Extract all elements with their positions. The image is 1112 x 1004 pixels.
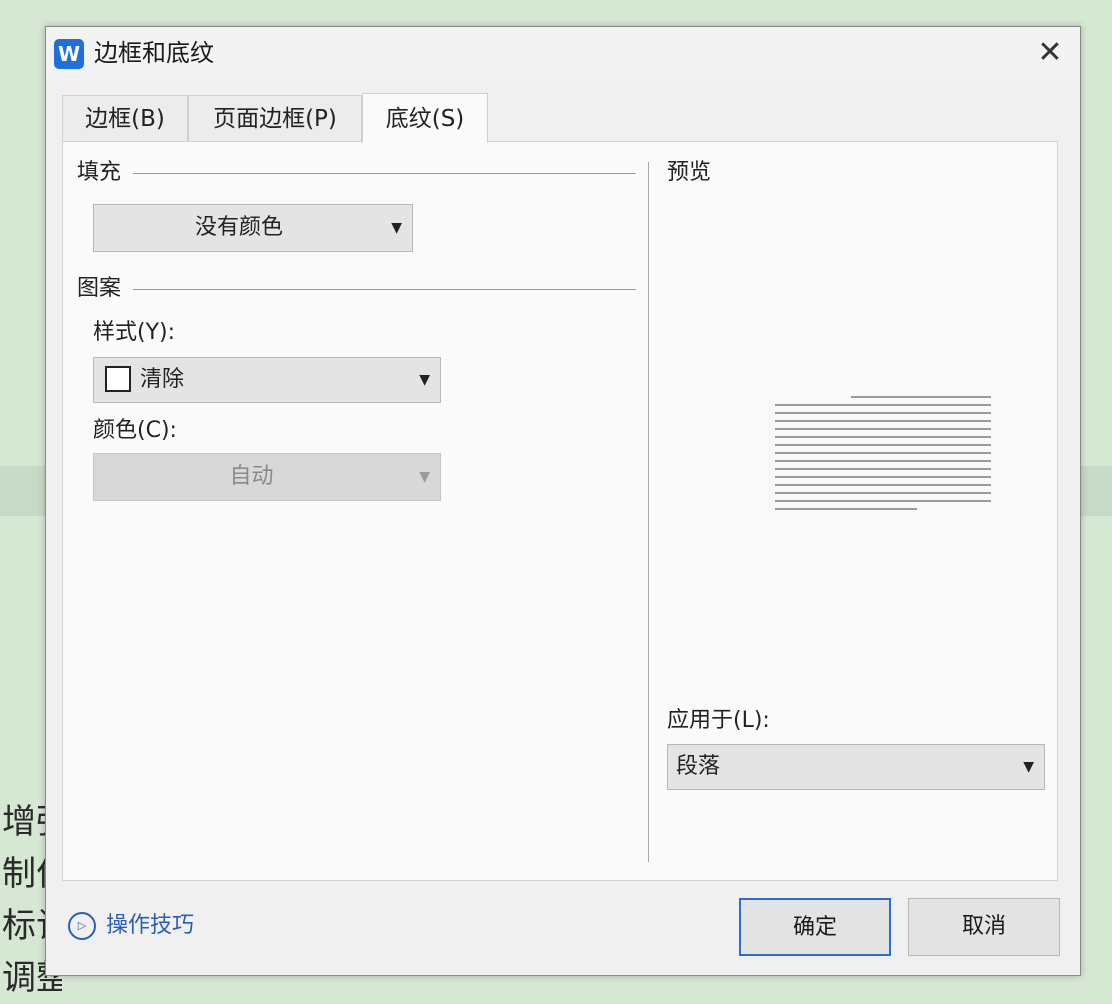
apply-to-value: 段落 <box>676 754 721 779</box>
tab-shading[interactable]: 底纹(S) <box>362 93 488 143</box>
shading-panel: 填充 没有颜色 ▼ 图案 样式(Y): 清除 ▼ 颜色(C): 自动 ▼ 预览 <box>62 141 1058 881</box>
preview-line <box>775 460 991 462</box>
tab-borders[interactable]: 边框(B) <box>62 95 188 141</box>
tab-page-border[interactable]: 页面边框(P) <box>188 95 362 141</box>
preview-line <box>775 412 991 414</box>
borders-and-shading-dialog: W 边框和底纹 ✕ 边框(B) 页面边框(P) 底纹(S) 填充 没有颜色 ▼ … <box>45 26 1081 976</box>
apply-to-label: 应用于(L): <box>667 708 770 733</box>
close-icon[interactable]: ✕ <box>1030 35 1070 71</box>
tips-link[interactable]: ▷ 操作技巧 <box>68 911 194 941</box>
preview-line <box>775 508 917 510</box>
preview-line <box>775 404 991 406</box>
preview-line <box>775 428 991 430</box>
preview-line <box>775 476 991 478</box>
play-circle-icon: ▷ <box>68 912 96 940</box>
preview-line <box>851 396 991 398</box>
preview-line <box>775 484 991 486</box>
preview-line <box>775 436 991 438</box>
cancel-button[interactable]: 取消 <box>908 898 1060 956</box>
wps-writer-icon: W <box>54 39 84 69</box>
preview-line <box>775 420 991 422</box>
dialog-title: 边框和底纹 <box>94 39 214 67</box>
preview-line <box>775 444 991 446</box>
ok-button[interactable]: 确定 <box>739 898 891 956</box>
preview-line <box>775 468 991 470</box>
preview-line <box>775 500 991 502</box>
tips-link-label: 操作技巧 <box>106 913 195 938</box>
apply-to-dropdown[interactable]: 段落 ▼ <box>667 744 1045 790</box>
caret-down-icon: ▼ <box>1023 759 1034 775</box>
preview-line <box>775 492 991 494</box>
preview-line <box>775 452 991 454</box>
dialog-titlebar[interactable]: W 边框和底纹 ✕ <box>46 27 1080 79</box>
